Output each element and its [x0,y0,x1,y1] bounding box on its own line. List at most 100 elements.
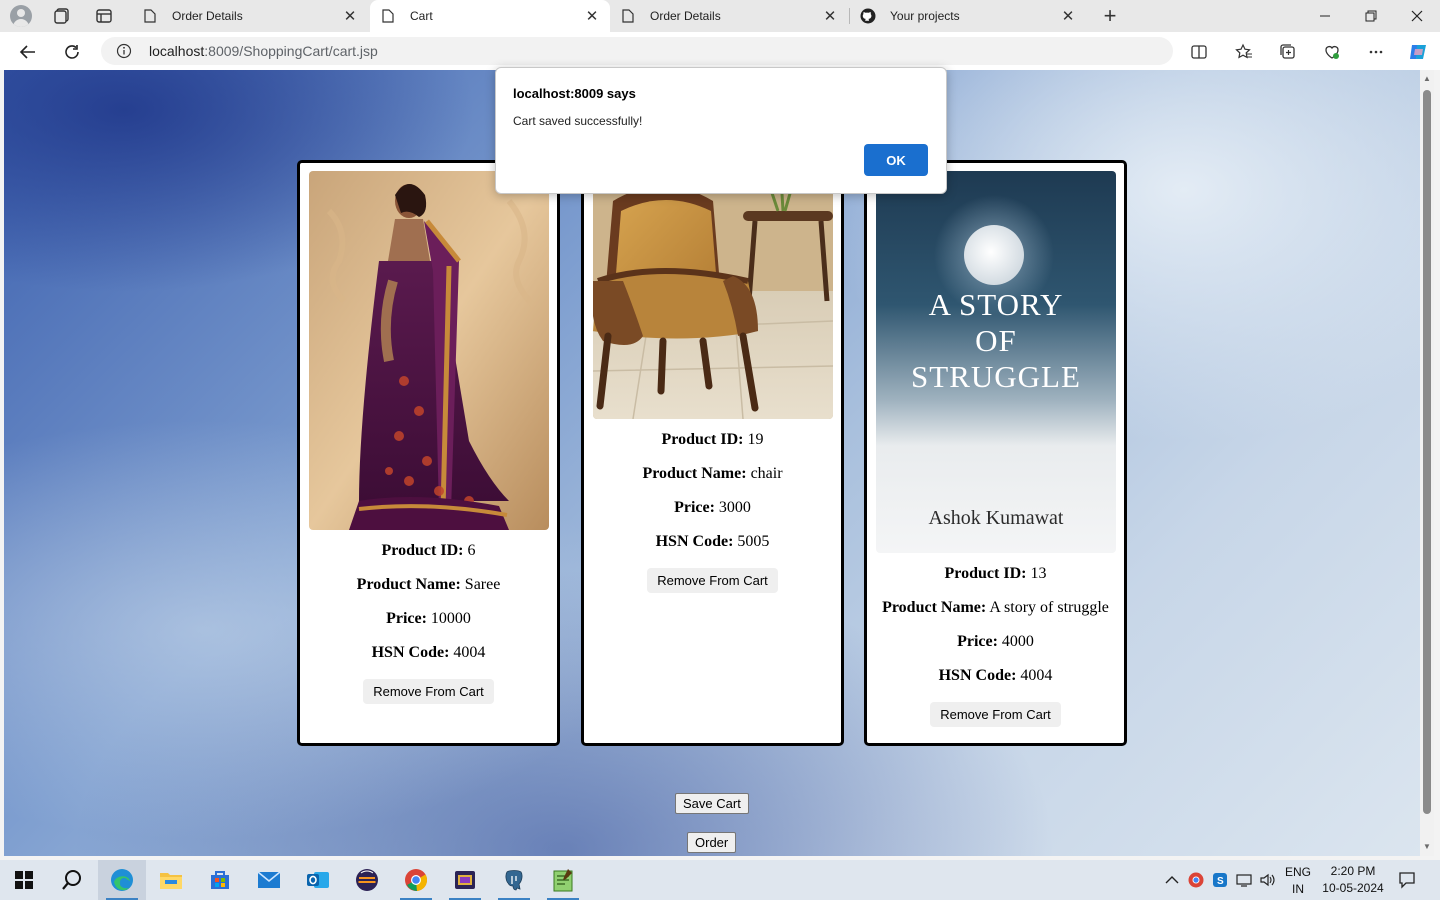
clock-time[interactable]: 2:20 PM [1318,864,1388,878]
site-info-icon[interactable] [116,43,132,59]
outlook-icon[interactable] [294,860,342,900]
volume-icon[interactable] [1259,871,1277,889]
mail-icon[interactable] [245,860,293,900]
chrome-icon[interactable] [392,860,440,900]
notepad-plus-plus-icon[interactable] [539,860,587,900]
scroll-thumb[interactable] [1423,90,1431,814]
tab-title: Order Details [172,9,243,23]
remove-from-cart-button[interactable]: Remove From Cart [363,679,494,704]
minimize-button[interactable] [1302,0,1348,32]
product-price-value: 4000 [1001,633,1034,650]
product-info: Product ID: 13 Product Name: A story of … [867,566,1124,727]
collections-icon[interactable] [1275,39,1301,65]
product-name-value: chair [750,465,783,482]
close-tab-icon[interactable]: ✕ [342,8,358,25]
split-screen-icon[interactable] [1186,39,1212,65]
product-hsn-line: HSN Code: 4004 [867,668,1124,684]
profile-avatar-icon[interactable] [10,5,32,27]
favorites-icon[interactable] [1231,39,1257,65]
product-price-line: Price: 3000 [584,500,841,516]
order-button[interactable]: Order [687,832,737,853]
product-hsn-value: 4004 [453,644,486,661]
tab-strip: Order Details ✕ Cart ✕ Order Details ✕ Y… [0,0,1440,32]
product-hsn-line: HSN Code: 4004 [300,645,557,661]
dialog-ok-button[interactable]: OK [864,144,928,176]
product-name-line: Product Name: chair [584,466,841,482]
scroll-up-arrow-icon[interactable]: ▲ [1422,74,1432,84]
dialog-message: Cart saved successfully! [513,114,643,128]
product-id-label: Product ID: [661,431,744,448]
back-arrow-icon[interactable] [15,39,41,65]
chrome-tray-icon[interactable] [1187,871,1205,889]
tab-title: Cart [410,9,433,23]
product-name-value: Saree [464,576,501,593]
address-bar[interactable]: localhost:8009/ShoppingCart/cart.jsp [101,37,1173,65]
close-tab-icon[interactable]: ✕ [584,8,600,25]
close-tab-icon[interactable]: ✕ [822,8,838,25]
product-id-line: Product ID: 13 [867,566,1124,582]
app-tray-icon[interactable]: S [1211,871,1229,889]
taskbar: S ENG IN 2:20 PM 10-05-2024 [0,860,1440,900]
copilot-icon[interactable] [1405,39,1431,65]
postgresql-icon[interactable] [490,860,538,900]
product-name-line: Product Name: A story of struggle [867,600,1124,616]
product-id-value: 6 [467,542,476,559]
eclipse-icon[interactable] [343,860,391,900]
search-icon[interactable] [48,860,96,900]
page-scrollbar[interactable]: ▲ ▼ [1420,70,1434,856]
close-window-button[interactable] [1394,0,1440,32]
product-hsn-label: HSN Code: [938,667,1017,684]
save-cart-button[interactable]: Save Cart [675,793,749,814]
remove-from-cart-button[interactable]: Remove From Cart [930,702,1061,727]
more-options-icon[interactable] [1363,39,1389,65]
browser-essentials-icon[interactable] [1319,39,1345,65]
game-app-icon[interactable] [441,860,489,900]
tab-your-projects[interactable]: Your projects ✕ [850,0,1086,32]
product-hsn-label: HSN Code: [371,644,450,661]
close-tab-icon[interactable]: ✕ [1060,8,1076,25]
scroll-down-arrow-icon[interactable]: ▼ [1422,842,1432,852]
workspaces-icon[interactable] [52,6,72,26]
product-image-book-cover: A STORY OF STRUGGLE Ashok Kumawat [876,171,1116,553]
dialog-title: localhost:8009 says [513,86,636,101]
product-id-value: 19 [747,431,764,448]
chevron-up-icon[interactable] [1163,871,1181,889]
page-icon [142,8,158,24]
tab-actions-icon[interactable] [94,6,114,26]
product-id-label: Product ID: [944,565,1027,582]
book-title: A STORY OF STRUGGLE [876,287,1116,395]
product-name-value: A story of struggle [989,599,1109,616]
tab-title: Your projects [890,9,960,23]
product-id-line: Product ID: 6 [300,543,557,559]
input-language[interactable]: ENG [1284,865,1312,879]
product-hsn-line: HSN Code: 5005 [584,534,841,550]
product-hsn-value: 5005 [737,533,770,550]
book-title-line: OF [975,323,1017,358]
start-windows-icon[interactable] [0,860,48,900]
network-icon[interactable] [1235,871,1253,889]
edge-browser-icon[interactable] [98,860,146,900]
notifications-icon[interactable] [1398,871,1416,889]
tab-cart[interactable]: Cart ✕ [370,0,610,32]
page-icon [620,8,636,24]
microsoft-store-icon[interactable] [196,860,244,900]
cart-item-card: Product ID: 6 Product Name: Saree Price:… [297,160,560,746]
file-explorer-icon[interactable] [147,860,195,900]
new-tab-button[interactable]: + [1098,3,1122,28]
product-info: Product ID: 19 Product Name: chair Price… [584,432,841,593]
product-image-saree [309,171,549,530]
remove-from-cart-button[interactable]: Remove From Cart [647,568,778,593]
book-title-line: STRUGGLE [911,359,1081,394]
input-region[interactable]: IN [1284,882,1312,896]
clock-date[interactable]: 10-05-2024 [1318,881,1388,895]
svg-text:S: S [1217,876,1224,887]
url-text: localhost:8009/ShoppingCart/cart.jsp [149,43,378,59]
product-name-label: Product Name: [882,599,987,616]
refresh-icon[interactable] [59,39,85,65]
tab-order-details-2[interactable]: Order Details ✕ [610,0,848,32]
product-id-line: Product ID: 19 [584,432,841,448]
product-price-line: Price: 10000 [300,611,557,627]
url-host: localhost [149,43,205,59]
restore-button[interactable] [1348,0,1394,32]
tab-order-details-1[interactable]: Order Details ✕ [132,0,368,32]
